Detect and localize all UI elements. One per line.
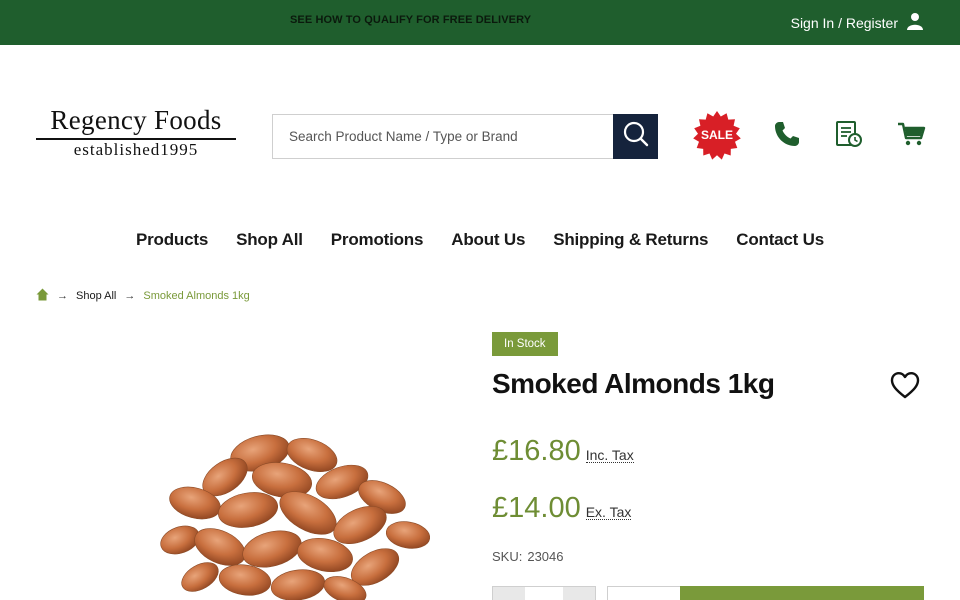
nav-promotions[interactable]: Promotions bbox=[331, 230, 424, 250]
free-delivery-link[interactable]: SEE HOW TO QUALIFY FOR FREE DELIVERY bbox=[290, 14, 531, 26]
sign-in-register-link[interactable]: Sign In / Register bbox=[791, 12, 924, 33]
user-icon bbox=[906, 12, 924, 33]
nav-contact-us[interactable]: Contact Us bbox=[736, 230, 824, 250]
logo-established: established1995 bbox=[73, 140, 199, 159]
nav-shop-all[interactable]: Shop All bbox=[236, 230, 303, 250]
arrow-right-icon: → bbox=[124, 290, 136, 302]
receipt-clock-icon bbox=[834, 119, 864, 154]
top-bar: SEE HOW TO QUALIFY FOR FREE DELIVERY Sig… bbox=[0, 0, 960, 45]
order-history-button[interactable] bbox=[827, 114, 871, 158]
logo-name: Regency Foods bbox=[50, 105, 222, 135]
inc-tax-label: Inc. Tax bbox=[585, 447, 634, 463]
breadcrumb-shop-all[interactable]: Shop All bbox=[76, 290, 116, 302]
search-icon bbox=[622, 120, 650, 153]
wishlist-button[interactable] bbox=[890, 371, 920, 399]
nav-shipping-returns[interactable]: Shipping & Returns bbox=[553, 230, 708, 250]
breadcrumb-current: Smoked Almonds 1kg bbox=[143, 290, 250, 302]
almonds-image bbox=[160, 434, 431, 600]
nav-about-us[interactable]: About Us bbox=[451, 230, 525, 250]
cart-button[interactable] bbox=[889, 114, 933, 158]
arrow-right-icon: → bbox=[57, 290, 68, 302]
price-inc-tax-value: £16.80 bbox=[492, 435, 581, 467]
heart-icon bbox=[890, 372, 920, 403]
site-logo[interactable]: Regency Foods established1995 bbox=[36, 104, 236, 160]
quantity-decrease-button[interactable] bbox=[493, 587, 525, 600]
sale-label: SALE bbox=[700, 128, 733, 142]
sign-in-label: Sign In / Register bbox=[790, 14, 898, 31]
phone-button[interactable] bbox=[765, 114, 809, 158]
in-stock-badge: In Stock bbox=[492, 332, 558, 356]
search-button[interactable] bbox=[613, 114, 658, 159]
main-navigation: Products Shop All Promotions About Us Sh… bbox=[0, 230, 960, 250]
home-icon[interactable] bbox=[36, 288, 49, 304]
price-ex-tax: £14.00 Ex. Tax bbox=[492, 492, 632, 525]
sale-badge-link[interactable]: SALE bbox=[692, 111, 742, 161]
quantity-input[interactable] bbox=[525, 587, 563, 600]
price-inc-tax: £16.80 Inc. Tax bbox=[492, 435, 634, 468]
add-to-cart-area bbox=[607, 586, 924, 600]
sku-label: SKU: bbox=[492, 549, 523, 564]
sku-value: 23046 bbox=[527, 549, 564, 564]
add-to-cart-button[interactable] bbox=[680, 586, 924, 600]
search-input[interactable] bbox=[272, 114, 613, 159]
product-image[interactable] bbox=[160, 425, 440, 600]
product-sku: SKU: 23046 bbox=[492, 549, 564, 564]
quantity-stepper bbox=[492, 586, 596, 600]
nav-products[interactable]: Products bbox=[136, 230, 208, 250]
product-title: Smoked Almonds 1kg bbox=[492, 368, 775, 399]
phone-icon bbox=[772, 119, 802, 154]
ex-tax-label: Ex. Tax bbox=[585, 504, 632, 520]
price-ex-tax-value: £14.00 bbox=[492, 492, 581, 524]
cart-icon bbox=[896, 119, 926, 154]
search-bar bbox=[272, 114, 658, 159]
breadcrumb: → Shop All → Smoked Almonds 1kg bbox=[36, 288, 250, 304]
quantity-increase-button[interactable] bbox=[563, 587, 595, 600]
